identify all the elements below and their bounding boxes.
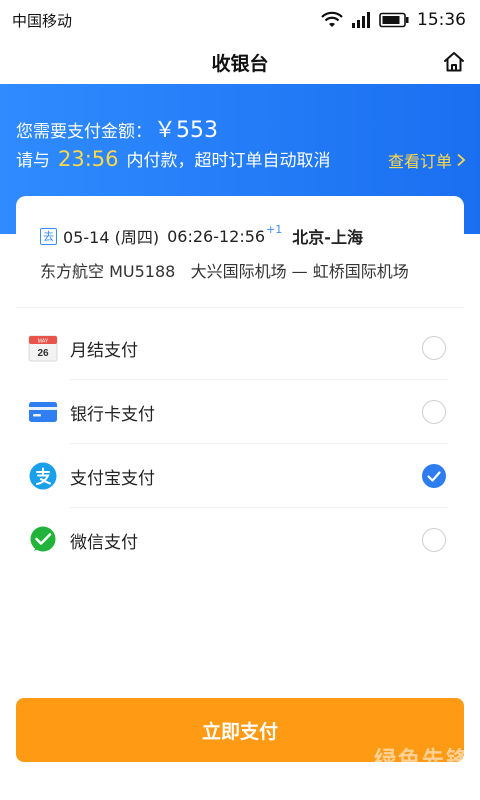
amount-label: 您需要支付金额： (16, 122, 152, 142)
payment-method-label: 支付宝支付 (70, 468, 155, 489)
flight-summary: 去 05-14 (周四) 06:26-12:56 +1 北京-上海 (40, 222, 363, 248)
deadline-suffix: 内付款，超时订单自动取消 (126, 151, 331, 171)
amount-value: ￥553 (154, 118, 218, 143)
flight-details: 东方航空 MU5188 大兴国际机场 — 虹桥国际机场 (40, 258, 409, 282)
wechat-icon (30, 526, 56, 552)
flight-date: 05-14 (周四) (63, 228, 160, 247)
calendar-icon-day: 26 (37, 348, 49, 359)
airports: 大兴国际机场 — 虹桥国际机场 (190, 262, 409, 281)
chevron-right-icon (457, 153, 466, 167)
calendar-icon: MAY 26 (28, 335, 58, 362)
payment-method-label: 月结支付 (70, 340, 138, 361)
deadline-time: 23:56 (58, 147, 119, 171)
payment-method-label: 银行卡支付 (70, 404, 155, 425)
clock: 15:36 (417, 10, 466, 30)
checkmark-icon (427, 471, 441, 482)
battery-icon (379, 12, 409, 28)
radio-unchecked[interactable] (422, 336, 446, 360)
flight-times: 06:26-12:56 (167, 226, 266, 246)
payment-method-monthly[interactable]: MAY 26 月结支付 (16, 316, 464, 380)
watermark: 绿色先锋 (373, 748, 470, 773)
deadline-prefix: 请与 (16, 151, 50, 171)
signal-icon (352, 12, 370, 28)
deadline-row: 请与 23:56 内付款，超时订单自动取消 (16, 146, 331, 171)
wifi-icon (321, 11, 343, 27)
radio-unchecked[interactable] (422, 400, 446, 424)
outbound-tag: 去 (40, 227, 57, 245)
view-order-label: 查看订单 (387, 152, 452, 171)
payment-method-bank-card[interactable]: 银行卡支付 (16, 380, 464, 444)
page-title: 收银台 (211, 52, 269, 75)
radio-checked[interactable] (422, 464, 446, 488)
radio-unchecked[interactable] (422, 528, 446, 552)
alipay-icon (29, 462, 57, 490)
amount-row: 您需要支付金额： ￥553 (16, 112, 218, 144)
payment-method-alipay[interactable]: 支付宝支付 (16, 444, 464, 508)
bank-card-icon (29, 402, 57, 422)
status-bar: 中国移动 15:36 (0, 0, 480, 40)
plus-day-badge: +1 (266, 222, 283, 236)
status-icons: 15:36 (321, 10, 466, 30)
view-order-link[interactable]: 查看订单 (388, 148, 466, 172)
order-card: 去 05-14 (周四) 06:26-12:56 +1 北京-上海 东方航空 M… (16, 196, 464, 576)
carrier-label: 中国移动 (12, 11, 73, 30)
flight-route: 北京-上海 (292, 228, 363, 247)
airline-flight: 东方航空 MU5188 (40, 262, 176, 281)
payment-method-list: MAY 26 月结支付 银行卡支付 支付宝支付 微信支付 (16, 316, 464, 572)
home-icon[interactable] (442, 50, 466, 74)
payment-method-wechat[interactable]: 微信支付 (16, 508, 464, 572)
payment-method-label: 微信支付 (70, 532, 138, 553)
flight-info: 去 05-14 (周四) 06:26-12:56 +1 北京-上海 东方航空 M… (16, 196, 464, 308)
nav-bar: 收银台 (0, 40, 480, 84)
calendar-icon-month: MAY (38, 338, 49, 344)
